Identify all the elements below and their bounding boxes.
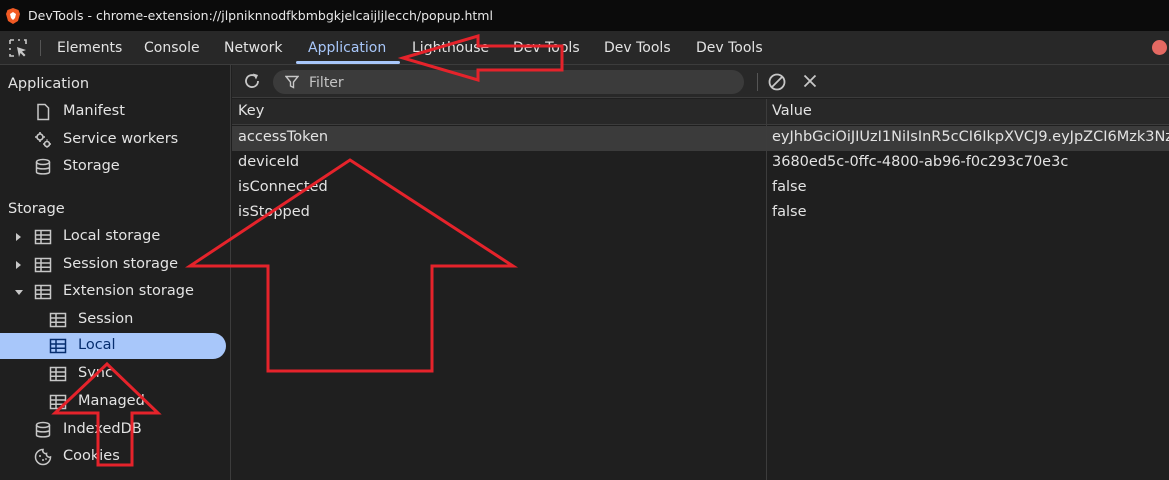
sidebar-item-label: Local: [78, 337, 116, 353]
sidebar-item-session-storage[interactable]: Session storage: [0, 252, 228, 278]
sidebar-item-label: Session: [78, 311, 134, 327]
sidebar-item-label: Manifest: [63, 103, 125, 119]
sidebar-item-sync[interactable]: Sync: [0, 361, 228, 387]
row-key: isConnected: [238, 179, 328, 195]
tab-elements[interactable]: Elements: [57, 31, 122, 64]
tab-console[interactable]: Console: [144, 31, 200, 64]
tab-lighthouse[interactable]: Lighthouse: [412, 31, 489, 64]
filter-field[interactable]: [273, 70, 744, 94]
sidebar-item-local[interactable]: Local: [0, 333, 228, 359]
expand-arrow-icon[interactable]: [16, 261, 21, 269]
sidebar-item-label: Sync: [78, 365, 113, 381]
sidebar-item-cookies[interactable]: Cookies: [0, 444, 228, 470]
sidebar-item-service-workers[interactable]: Service workers: [0, 127, 228, 153]
table-icon: [49, 338, 67, 354]
table-row[interactable]: isConnected false: [232, 176, 1169, 201]
document-icon: [37, 103, 50, 121]
sidebar-item-label: IndexedDB: [63, 421, 142, 437]
sidebar-item-session[interactable]: Session: [0, 307, 228, 333]
sidebar-item-local-storage[interactable]: Local storage: [0, 224, 228, 250]
table-icon: [49, 366, 67, 382]
sidebar-item-manifest[interactable]: Manifest: [0, 99, 228, 125]
sidebar-item-label: Session storage: [63, 256, 179, 272]
table-icon: [34, 257, 52, 273]
sidebar-heading-storage: Storage: [8, 201, 65, 217]
database-icon: [35, 158, 51, 175]
row-value: false: [772, 179, 807, 195]
filter-input[interactable]: [307, 72, 731, 94]
sidebar-item-label: Managed: [78, 393, 145, 409]
toolbar-separator: [757, 73, 758, 91]
table-row[interactable]: isStopped false: [232, 201, 1169, 226]
sidebar-item-extension-storage[interactable]: Extension storage: [0, 279, 228, 305]
storage-data-grid: Key Value accessToken eyJhbGciOiJIUzI1Ni…: [232, 99, 1169, 480]
storage-toolbar: [232, 65, 1169, 98]
row-value: 3680ed5c-0ffc-4800-ab96-f0c293c70e3c: [772, 154, 1069, 170]
table-row[interactable]: deviceId 3680ed5c-0ffc-4800-ab96-f0c293c…: [232, 151, 1169, 176]
gears-icon: [35, 132, 51, 148]
row-key: isStopped: [238, 204, 310, 220]
devtools-tab-bar: Elements Console Network Application Lig…: [0, 31, 1169, 65]
sidebar-item-label: Cookies: [63, 448, 120, 464]
tab-dev-tools-1[interactable]: Dev Tools: [513, 31, 580, 64]
table-icon: [34, 229, 52, 245]
window-title-bar: DevTools - chrome-extension://jlpniknnod…: [0, 0, 1169, 31]
tab-application[interactable]: Application: [308, 31, 386, 64]
window-title: DevTools - chrome-extension://jlpniknnod…: [28, 8, 493, 23]
sidebar-item-managed[interactable]: Managed: [0, 389, 228, 415]
tab-dev-tools-3[interactable]: Dev Tools: [696, 31, 763, 64]
row-key: accessToken: [238, 129, 329, 145]
expand-arrow-icon[interactable]: [16, 233, 21, 241]
sidebar-item-storage[interactable]: Storage: [0, 154, 228, 180]
row-key: deviceId: [238, 154, 300, 170]
clear-all-icon[interactable]: [767, 72, 787, 92]
cookie-icon: [34, 448, 52, 466]
column-header-key[interactable]: Key: [238, 103, 264, 119]
table-row[interactable]: accessToken eyJhbGciOiJIUzI1NiIsInR5cCI6…: [232, 126, 1169, 151]
active-tab-indicator: [296, 61, 400, 64]
row-value: false: [772, 204, 807, 220]
sidebar-item-label: Extension storage: [63, 283, 194, 299]
application-sidebar: Application Manifest Service workers Sto…: [0, 65, 231, 480]
collapse-arrow-icon[interactable]: [15, 290, 23, 295]
error-badge-icon[interactable]: [1152, 40, 1167, 55]
row-value: eyJhbGciOiJIUzI1NiIsInR5cCI6IkpXVCJ9.eyJ…: [772, 129, 1169, 145]
refresh-icon[interactable]: [242, 71, 262, 91]
table-icon: [49, 312, 67, 328]
delete-selected-icon[interactable]: [801, 72, 819, 90]
tab-dev-tools-2[interactable]: Dev Tools: [604, 31, 671, 64]
sidebar-item-indexeddb[interactable]: IndexedDB: [0, 417, 228, 443]
brave-logo-icon: [6, 7, 20, 24]
sidebar-item-label: Local storage: [63, 228, 161, 244]
column-header-value[interactable]: Value: [772, 103, 812, 119]
column-divider[interactable]: [766, 99, 767, 480]
tab-network[interactable]: Network: [224, 31, 282, 64]
table-icon: [49, 394, 67, 410]
sidebar-heading-application: Application: [8, 76, 90, 92]
grid-header: Key Value: [232, 99, 1169, 125]
sidebar-item-label: Storage: [63, 158, 120, 174]
tab-separator: [40, 40, 41, 56]
inspect-element-icon[interactable]: [8, 38, 28, 58]
database-icon: [35, 421, 51, 438]
sidebar-item-label: Service workers: [63, 131, 179, 147]
filter-icon: [285, 75, 299, 89]
table-icon: [34, 284, 52, 300]
